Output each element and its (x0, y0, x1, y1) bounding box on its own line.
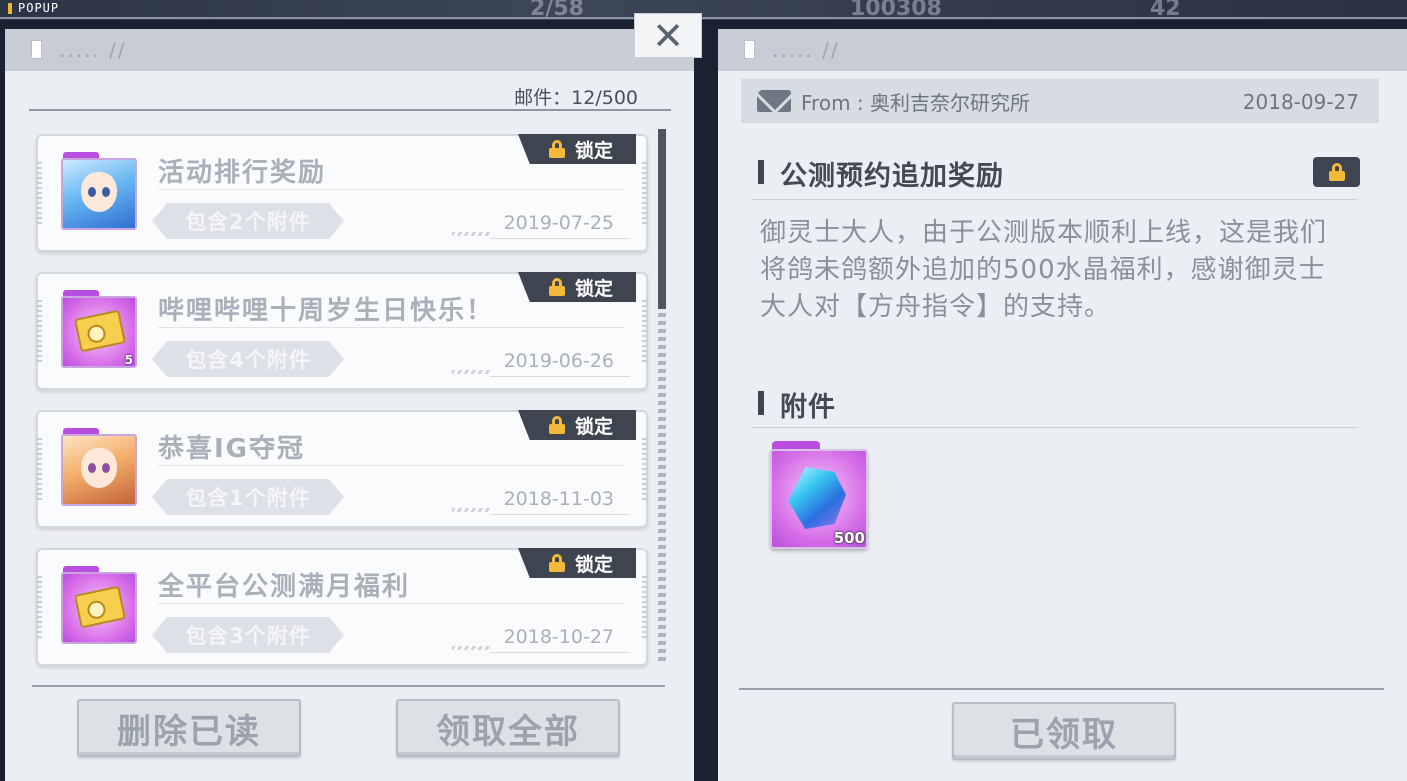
lock-label: 锁定 (574, 415, 613, 438)
claimed-button[interactable]: 已领取 (952, 702, 1176, 760)
mail-date: 2018-09-27 (1242, 90, 1359, 114)
crystal-attachment[interactable]: 500 (770, 441, 868, 549)
lock-toggle[interactable]: 锁定 (518, 134, 636, 164)
mail-count: 邮件：12/500 (514, 87, 638, 109)
scrollbar-thumb[interactable] (658, 129, 666, 309)
attachments-title: 附件 (780, 392, 836, 423)
lock-icon (548, 278, 565, 296)
lock-toggle[interactable]: 锁定 (518, 410, 636, 440)
lock-icon (1328, 163, 1345, 181)
attachment-count: 包含2个附件 (152, 203, 344, 239)
bottom-divider (739, 688, 1384, 690)
attachment-count: 包含4个附件 (152, 341, 344, 377)
lock-label: 锁定 (574, 139, 613, 162)
popup-label: POPUP (8, 0, 59, 16)
mail-body: 御灵士大人，由于公测版本顺利上线，这是我们将鸽未鸽额外追加的500水晶福利，感谢… (760, 218, 1328, 322)
lock-icon (548, 416, 565, 434)
lock-icon (548, 554, 565, 572)
mail-list-panel: ..... // 邮件：12/500 活动排行奖励 包含2个附件 2019-07… (5, 29, 694, 781)
lock-toggle[interactable]: 锁定 (518, 272, 636, 302)
mail-title: 活动排行奖励 (158, 158, 327, 188)
close-icon: ✕ (652, 13, 684, 58)
mail-detail-panel: ..... // From : 奥利吉奈尔研究所 2018-09-27 公测预约… (718, 29, 1407, 781)
mail-title-heading: 公测预约追加奖励 (758, 154, 1004, 193)
ticket-icon (61, 566, 137, 644)
lock-label: 锁定 (574, 277, 613, 300)
mail-list-header: ..... // (5, 29, 694, 71)
anime-blue-icon (61, 152, 137, 230)
close-button[interactable]: ✕ (634, 13, 702, 58)
mail-date: 2018-10-27 (503, 626, 614, 648)
header-mark-icon (31, 40, 45, 60)
mail-date: 2019-07-25 (503, 212, 614, 234)
header-mark-icon (744, 40, 758, 60)
anime-orange-icon (61, 428, 137, 506)
mail-card[interactable]: 全平台公测满月福利 包含3个附件 2018-10-27 锁定 (36, 548, 648, 666)
lock-button[interactable] (1313, 157, 1360, 187)
lock-icon (548, 140, 565, 158)
mail-date: 2018-11-03 (503, 488, 614, 510)
mail-card[interactable]: 5 哔哩哔哩十周岁生日快乐！ 包含4个附件 2019-06-26 锁定 (36, 272, 648, 390)
section-bar-icon (758, 159, 768, 189)
mail-detail-header-text: ..... // (772, 38, 840, 62)
attachments-heading: 附件 (758, 385, 836, 424)
lock-toggle[interactable]: 锁定 (518, 548, 636, 578)
mail-title: 恭喜IG夺冠 (158, 434, 306, 464)
delete-read-button[interactable]: 删除已读 (77, 699, 301, 757)
mail-title: 公测预约追加奖励 (780, 161, 1004, 192)
lock-label: 锁定 (574, 553, 613, 576)
attachment-count: 包含3个附件 (152, 617, 344, 653)
claim-all-button[interactable]: 领取全部 (396, 699, 620, 757)
section-bar-icon (758, 390, 768, 420)
attachment-quantity: 500 (833, 529, 865, 547)
card-edge (36, 162, 42, 226)
mail-title: 哔哩哔哩十周岁生日快乐！ (158, 296, 495, 326)
bottom-divider (32, 685, 665, 687)
item-quantity: 5 (124, 353, 133, 367)
count-divider (29, 109, 671, 111)
mail-date: 2019-06-26 (503, 350, 614, 372)
sender: From : 奥利吉奈尔研究所 (801, 90, 1031, 115)
top-divider (0, 17, 1407, 19)
ticket-icon: 5 (61, 290, 137, 368)
mail-title: 全平台公测满月福利 (158, 572, 411, 602)
attachment-count: 包含1个附件 (152, 479, 344, 515)
mail-detail-header: ..... // (718, 29, 1407, 71)
card-edge (642, 162, 648, 226)
sender-bar: From : 奥利吉奈尔研究所 2018-09-27 (741, 79, 1379, 123)
mail-card[interactable]: 活动排行奖励 包含2个附件 2019-07-25 锁定 (36, 134, 648, 252)
mail-card[interactable]: 恭喜IG夺冠 包含1个附件 2018-11-03 锁定 (36, 410, 648, 528)
envelope-icon (757, 90, 791, 112)
mail-list-header-text: ..... // (59, 38, 127, 62)
